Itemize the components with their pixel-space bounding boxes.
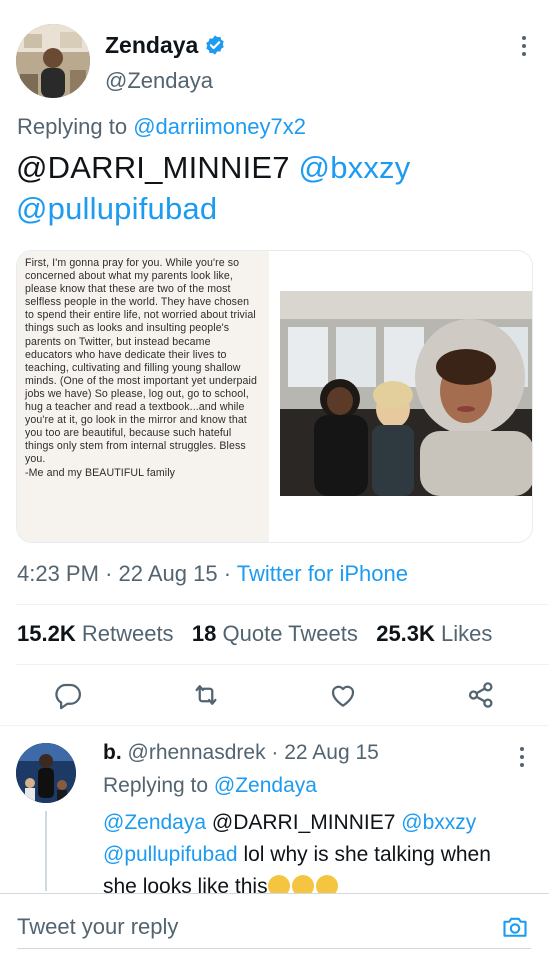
- quotes-stat[interactable]: 18 Quote Tweets: [192, 621, 358, 646]
- likes-stat[interactable]: 25.3K Likes: [376, 621, 492, 646]
- tweet-author: Zendaya @Zendaya: [16, 24, 536, 100]
- reply-input[interactable]: Tweet your reply: [17, 914, 178, 940]
- family-photo-image[interactable]: [280, 291, 533, 496]
- retweets-label: Retweets: [81, 621, 174, 646]
- reply-avatar[interactable]: [16, 743, 76, 803]
- replying-prefix: Replying to: [17, 114, 128, 139]
- reply-author-name[interactable]: b.: [103, 741, 122, 764]
- likes-label: Likes: [441, 621, 493, 646]
- tweet-date[interactable]: 22 Aug 15: [119, 561, 218, 586]
- divider: [16, 664, 549, 665]
- tweet-media[interactable]: First, I'm gonna pray for you. While you…: [16, 250, 533, 543]
- composer-underline: [17, 948, 531, 949]
- author-handle[interactable]: @Zendaya: [105, 68, 213, 94]
- author-name-text: Zendaya: [105, 32, 199, 58]
- mention-bxxzy[interactable]: @bxxzy: [299, 150, 411, 185]
- reply-mention-pullupifubad[interactable]: @pullupifubad: [103, 843, 238, 866]
- verified-badge-icon: [206, 35, 225, 55]
- reply-replying-to-link[interactable]: @Zendaya: [214, 774, 317, 797]
- retweets-stat[interactable]: 15.2K Retweets: [17, 621, 174, 646]
- reply-text: @Zendaya @DARRI_MINNIE7 @bxxzy @pullupif…: [103, 807, 523, 903]
- reply-icon[interactable]: [53, 680, 83, 710]
- replying-to-link[interactable]: @darriimoney7x2: [133, 114, 306, 139]
- reply-tweet[interactable]: b. @rhennasdrek · 22 Aug 15 Replying to …: [0, 727, 549, 898]
- tweet-time[interactable]: 4:23 PM: [17, 561, 99, 586]
- heart-icon[interactable]: [328, 680, 358, 710]
- quotes-count: 18: [191, 621, 217, 646]
- reply-replying-prefix: Replying to: [103, 774, 209, 797]
- mention-darri[interactable]: @DARRI_MINNIE7: [16, 150, 290, 185]
- divider: [0, 725, 549, 726]
- reply-replying-to-line: Replying to @Zendaya: [103, 774, 317, 798]
- tweet-meta: 4:23 PM · 22 Aug 15 · Twitter for iPhone: [17, 561, 408, 586]
- reply-date[interactable]: 22 Aug 15: [284, 741, 379, 764]
- tweet-stats: 15.2K Retweets 18 Quote Tweets 25.3K Lik…: [17, 621, 492, 647]
- tweet-source[interactable]: Twitter for iPhone: [237, 561, 408, 586]
- likes-count: 25.3K: [376, 621, 435, 646]
- camera-icon[interactable]: [500, 913, 530, 941]
- tweet-text: @DARRI_MINNIE7 @bxxzy @pullupifubad: [16, 147, 536, 229]
- mention-pullupifubad[interactable]: @pullupifubad: [16, 191, 217, 226]
- more-vertical-icon[interactable]: [522, 36, 528, 58]
- tweet-actions: [0, 680, 549, 712]
- note-text: First, I'm gonna pray for you. While you…: [25, 257, 257, 466]
- notes-screenshot-image[interactable]: First, I'm gonna pray for you. While you…: [17, 251, 269, 542]
- note-signoff: -Me and my BEAUTIFUL family: [25, 466, 176, 479]
- thread-line: [45, 811, 47, 891]
- reply-mention-bxxzy[interactable]: @bxxzy: [401, 811, 476, 834]
- reply-mention-zendaya[interactable]: @Zendaya: [103, 811, 206, 834]
- retweets-count: 15.2K: [17, 621, 76, 646]
- more-vertical-icon[interactable]: [520, 747, 526, 769]
- author-name[interactable]: Zendaya: [105, 32, 226, 59]
- share-icon[interactable]: [466, 680, 496, 710]
- retweet-icon[interactable]: [191, 680, 221, 710]
- media-divider: [273, 251, 277, 542]
- author-avatar[interactable]: [16, 24, 90, 98]
- replying-to-line: Replying to @darriimoney7x2: [17, 114, 306, 140]
- reply-mention-darri[interactable]: @DARRI_MINNIE7: [212, 811, 396, 834]
- reply-composer[interactable]: Tweet your reply: [0, 893, 549, 960]
- reply-header: b. @rhennasdrek · 22 Aug 15: [103, 741, 379, 764]
- reply-author-handle[interactable]: @rhennasdrek: [128, 741, 266, 764]
- divider: [16, 604, 549, 605]
- quotes-label: Quote Tweets: [222, 621, 358, 646]
